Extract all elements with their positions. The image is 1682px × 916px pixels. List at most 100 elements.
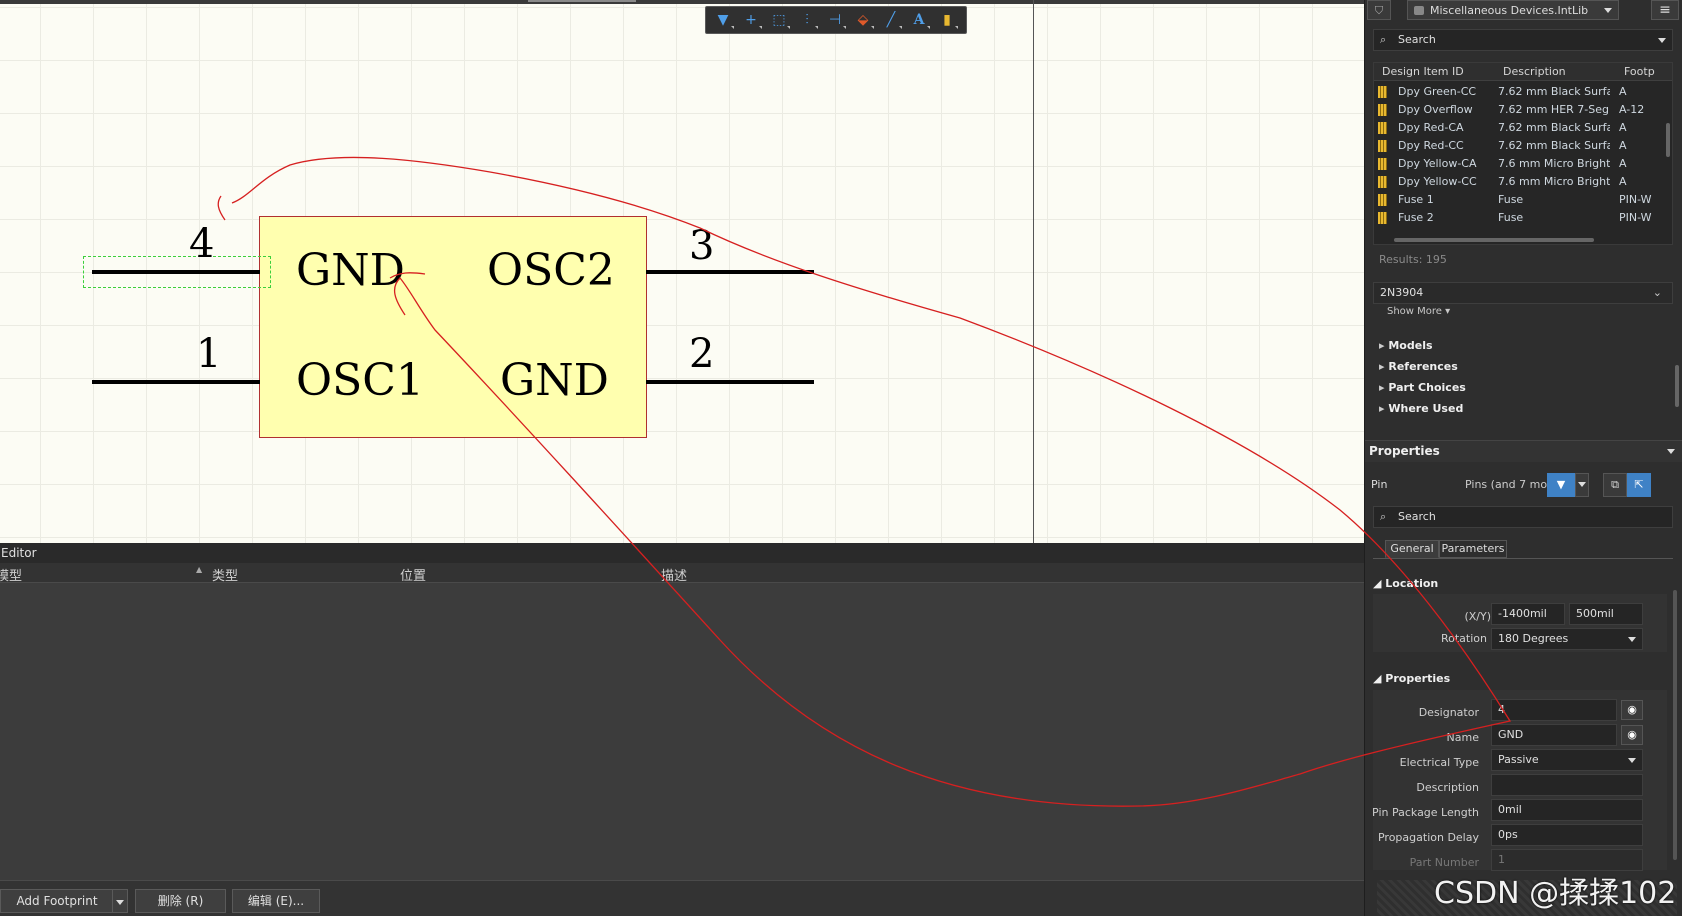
- column-type[interactable]: 类型: [212, 565, 238, 584]
- y-input[interactable]: 500mil: [1569, 603, 1643, 625]
- properties-section-header[interactable]: ◢ Properties: [1373, 672, 1450, 685]
- crosshair-icon[interactable]: +: [738, 8, 764, 32]
- footprint-cell: A: [1619, 85, 1627, 98]
- library-component-table: Design Item ID Description Footp Dpy Gre…: [1373, 62, 1673, 245]
- table-scrollbar-v[interactable]: [1666, 123, 1670, 157]
- chevron-down-icon[interactable]: [1667, 449, 1675, 454]
- design-item-id: Dpy Yellow-CA: [1398, 157, 1477, 170]
- column-location[interactable]: 位置: [400, 565, 426, 584]
- description-cell: 7.6 mm Micro Bright...: [1498, 157, 1610, 170]
- object-filter-dropdown[interactable]: [1575, 473, 1589, 497]
- align-icon[interactable]: ⫶: [794, 8, 820, 32]
- tab-parameters[interactable]: Parameters: [1439, 540, 1507, 558]
- location-section-header[interactable]: ◢ Location: [1373, 577, 1438, 590]
- text-icon[interactable]: A: [906, 8, 932, 32]
- electrical-type-label: Electrical Type: [1399, 756, 1479, 769]
- designator-input[interactable]: 4: [1491, 699, 1617, 721]
- pin-4-line[interactable]: [92, 270, 260, 274]
- table-scrollbar-h[interactable]: [1394, 238, 1594, 242]
- chevron-down-icon: [1628, 758, 1636, 763]
- table-row[interactable]: Dpy Yellow-CC 7.6 mm Micro Bright... A: [1374, 173, 1664, 191]
- column-description[interactable]: Description: [1503, 65, 1566, 78]
- designator-visibility-icon[interactable]: ◉: [1621, 700, 1643, 720]
- properties-search-input[interactable]: ⌕ Search: [1373, 506, 1673, 528]
- name-visibility-icon[interactable]: ◉: [1621, 725, 1643, 745]
- select-similar-icon[interactable]: ⧉: [1603, 473, 1627, 497]
- pin-2-line[interactable]: [646, 380, 814, 384]
- table-row[interactable]: Dpy Green-CC 7.62 mm Black Surfa... A: [1374, 83, 1664, 101]
- sort-asc-icon[interactable]: ▲: [196, 565, 202, 574]
- rotation-label: Rotation: [1440, 632, 1487, 645]
- active-tab-indicator[interactable]: [528, 0, 636, 2]
- library-name: Miscellaneous Devices.IntLib: [1430, 4, 1589, 17]
- design-item-id: Fuse 2: [1398, 211, 1434, 224]
- description-cell: 7.62 mm HER 7-Seg...: [1498, 103, 1610, 116]
- schematic-canvas[interactable]: ▼ + ⬚ ⫶ ⊣ ⬙ ╱ A ▮ 4 GND 1 OSC1 3 OSC2 2 …: [0, 0, 1364, 543]
- table-row[interactable]: Dpy Red-CC 7.62 mm Black Surfa... A: [1374, 137, 1664, 155]
- selected-part-header[interactable]: 2N3904 ⌄: [1373, 282, 1673, 304]
- propagation-delay-label: Propagation Delay: [1377, 831, 1479, 844]
- description-cell: 7.6 mm Micro Bright...: [1498, 175, 1610, 188]
- component-icon[interactable]: ▮: [934, 8, 960, 32]
- tab-general[interactable]: General: [1385, 540, 1439, 558]
- select-rect-icon[interactable]: ⬚: [766, 8, 792, 32]
- properties-scrollbar[interactable]: [1673, 590, 1677, 860]
- description-cell: Fuse: [1498, 193, 1524, 206]
- pin-1-line[interactable]: [92, 380, 260, 384]
- design-item-id: Dpy Overflow: [1398, 103, 1473, 116]
- panel-menu-button[interactable]: ≡: [1651, 0, 1679, 20]
- results-count: Results: 195: [1379, 253, 1447, 266]
- rotation-select[interactable]: 180 Degrees: [1491, 628, 1643, 650]
- chevron-down-icon: [1628, 637, 1636, 642]
- filter-icon[interactable]: ▼: [710, 8, 736, 32]
- properties-title-bar: Properties: [1365, 440, 1682, 462]
- library-icon: [1414, 6, 1424, 15]
- library-selector[interactable]: Miscellaneous Devices.IntLib: [1407, 0, 1619, 20]
- pin-3-line[interactable]: [646, 270, 814, 274]
- collapse-icon: ⌄: [1652, 286, 1662, 299]
- select-object-icon[interactable]: ⇱: [1627, 473, 1651, 497]
- pin-package-length-input[interactable]: 0mil: [1491, 799, 1643, 821]
- edit-button[interactable]: 编辑 (E)...: [232, 889, 320, 913]
- table-row[interactable]: Fuse 1 Fuse PIN-W: [1374, 191, 1664, 209]
- design-item-id: Dpy Yellow-CC: [1398, 175, 1477, 188]
- section-references[interactable]: References: [1379, 360, 1457, 373]
- search-icon: ⌕: [1380, 33, 1387, 46]
- document-tab-strip: [0, 0, 1364, 4]
- library-search-placeholder: Search: [1398, 33, 1436, 46]
- add-footprint-dropdown[interactable]: [112, 889, 128, 913]
- table-row[interactable]: Fuse 2 Fuse PIN-W: [1374, 209, 1664, 227]
- pin-1-number: 1: [196, 331, 222, 377]
- column-design-item-id[interactable]: Design Item ID: [1382, 65, 1464, 78]
- section-models[interactable]: Models: [1379, 339, 1432, 352]
- pin-icon[interactable]: ⊣: [822, 8, 848, 32]
- fill-icon[interactable]: ⬙: [850, 8, 876, 32]
- table-row[interactable]: Dpy Overflow 7.62 mm HER 7-Seg... A-12: [1374, 101, 1664, 119]
- object-filter-button[interactable]: ▼: [1547, 473, 1575, 497]
- properties-search-placeholder: Search: [1398, 510, 1436, 523]
- table-row[interactable]: Dpy Yellow-CA 7.6 mm Micro Bright... A: [1374, 155, 1664, 173]
- name-input[interactable]: GND: [1491, 724, 1617, 746]
- table-row[interactable]: Dpy Red-CA 7.62 mm Black Surfa... A: [1374, 119, 1664, 137]
- column-model[interactable]: 模型: [0, 565, 22, 584]
- show-more-link[interactable]: Show More ▾: [1387, 306, 1450, 317]
- electrical-type-select[interactable]: Passive: [1491, 749, 1643, 771]
- pin-3-name: OSC2: [487, 245, 615, 296]
- section-where-used[interactable]: Where Used: [1379, 402, 1463, 415]
- delete-button[interactable]: 删除 (R): [135, 889, 226, 913]
- section-part-choices[interactable]: Part Choices: [1379, 381, 1465, 394]
- x-input[interactable]: -1400mil: [1491, 603, 1565, 625]
- column-footprint[interactable]: Footp: [1624, 65, 1655, 78]
- library-filter-button[interactable]: ⛉: [1367, 0, 1391, 20]
- library-search-input[interactable]: ⌕ Search: [1373, 29, 1673, 51]
- properties-header-label: Properties: [1385, 672, 1451, 685]
- line-icon[interactable]: ╱: [878, 8, 904, 32]
- column-description[interactable]: 描述: [661, 565, 687, 584]
- description-input[interactable]: [1491, 774, 1643, 796]
- propagation-delay-input[interactable]: 0ps: [1491, 824, 1643, 846]
- footprint-cell: A: [1619, 139, 1627, 152]
- editor-title: Editor: [0, 543, 1364, 563]
- name-label: Name: [1446, 731, 1479, 744]
- add-footprint-button[interactable]: Add Footprint: [0, 889, 114, 913]
- details-scrollbar[interactable]: [1675, 365, 1679, 407]
